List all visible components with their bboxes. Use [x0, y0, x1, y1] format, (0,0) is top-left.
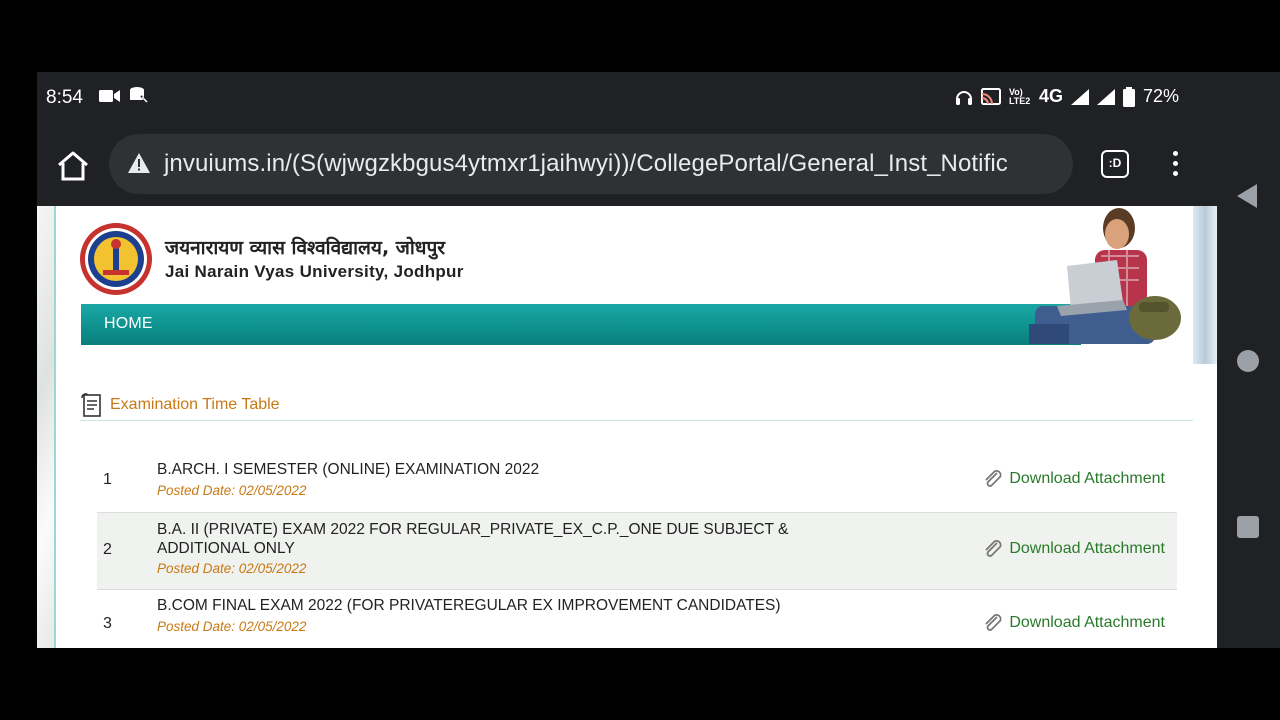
paperclip-icon — [985, 470, 1002, 487]
university-name-hindi: जयनारायण व्यास विश्वविद्यालय, जोधपुर — [165, 237, 446, 259]
page-left-border — [54, 206, 56, 648]
page-left-decoration — [37, 206, 55, 648]
home-circle-icon[interactable] — [1237, 350, 1259, 372]
tab-switcher-button[interactable]: :D — [1101, 150, 1129, 178]
row-number: 1 — [103, 471, 112, 488]
notice-document-icon — [81, 393, 101, 417]
section-title: Examination Time Table — [110, 396, 280, 413]
download-label[interactable]: Download Attachment — [1009, 470, 1165, 488]
address-bar[interactable]: jnvuiums.in/(S(wjwgzkbgus4ytmxr1jaihwyi)… — [109, 134, 1073, 194]
video-camera-icon — [99, 90, 120, 102]
headphones-icon — [955, 90, 972, 105]
cast-icon — [980, 87, 1001, 105]
phone-screen: 8:54 Vo) LTE2 4G 72% jnvuiums.in/(S(wjwg… — [37, 72, 1217, 648]
notice-title: B.A. II (PRIVATE) EXAM 2022 FOR REGULAR_… — [157, 521, 789, 557]
volte-label: Vo) LTE2 — [1008, 86, 1031, 106]
recents-square-icon[interactable] — [1237, 516, 1259, 538]
download-attachment-link[interactable]: Download Attachment — [983, 614, 1165, 632]
home-icon[interactable] — [55, 148, 91, 184]
table-row: 1 B.ARCH. I SEMESTER (ONLINE) EXAMINATIO… — [97, 448, 1177, 510]
download-attachment-link[interactable]: Download Attachment — [983, 540, 1165, 558]
database-sync-icon — [130, 87, 149, 104]
download-label[interactable]: Download Attachment — [1009, 540, 1165, 558]
status-time: 8:54 — [46, 87, 83, 108]
web-content: जयनारायण व्यास विश्वविद्यालय, जोधपुर Jai… — [37, 206, 1217, 648]
paperclip-icon — [985, 614, 1002, 631]
paperclip-icon — [985, 540, 1002, 557]
university-logo — [80, 223, 152, 295]
network-type: 4G — [1038, 86, 1063, 106]
posted-date: Posted Date: 02/05/2022 — [157, 619, 307, 634]
notice-title: B.COM FINAL EXAM 2022 (FOR PRIVATEREGULA… — [157, 597, 781, 614]
posted-date: Posted Date: 02/05/2022 — [157, 483, 307, 498]
nav-home-link[interactable]: HOME — [104, 315, 153, 333]
section-divider — [80, 420, 1193, 421]
android-nav-bar — [1217, 72, 1280, 648]
more-menu-icon[interactable] — [1165, 148, 1185, 180]
status-left-icons — [99, 86, 149, 106]
download-label[interactable]: Download Attachment — [1009, 614, 1165, 632]
warning-icon[interactable] — [127, 152, 151, 174]
back-triangle-icon[interactable] — [1237, 184, 1257, 208]
notice-title: B.ARCH. I SEMESTER (ONLINE) EXAMINATION … — [157, 461, 540, 478]
download-attachment-link[interactable]: Download Attachment — [983, 470, 1165, 488]
row-number: 3 — [103, 615, 112, 632]
page-right-decoration — [1193, 206, 1217, 364]
url-text[interactable]: jnvuiums.in/(S(wjwgzkbgus4ytmxr1jaihwyi)… — [164, 150, 1008, 178]
hero-student-image — [1029, 208, 1181, 344]
battery-level: 72% — [1142, 86, 1179, 106]
status-bar: 8:54 Vo) LTE2 4G 72% — [37, 72, 1217, 124]
browser-toolbar: jnvuiums.in/(S(wjwgzkbgus4ytmxr1jaihwyi)… — [37, 124, 1217, 206]
table-row: 3 B.COM FINAL EXAM 2022 (FOR PRIVATEREGU… — [97, 592, 1177, 648]
status-right-icons: Vo) LTE2 4G 72% — [955, 86, 1179, 107]
signal-icon — [1070, 88, 1089, 105]
signal-icon-2 — [1096, 88, 1115, 105]
site-nav-bar: HOME — [81, 304, 1081, 345]
posted-date: Posted Date: 02/05/2022 — [157, 561, 307, 576]
battery-icon — [1122, 86, 1135, 107]
table-row: 2 B.A. II (PRIVATE) EXAM 2022 FOR REGULA… — [97, 512, 1177, 590]
university-name-english: Jai Narain Vyas University, Jodhpur — [165, 262, 464, 281]
row-number: 2 — [103, 541, 112, 558]
